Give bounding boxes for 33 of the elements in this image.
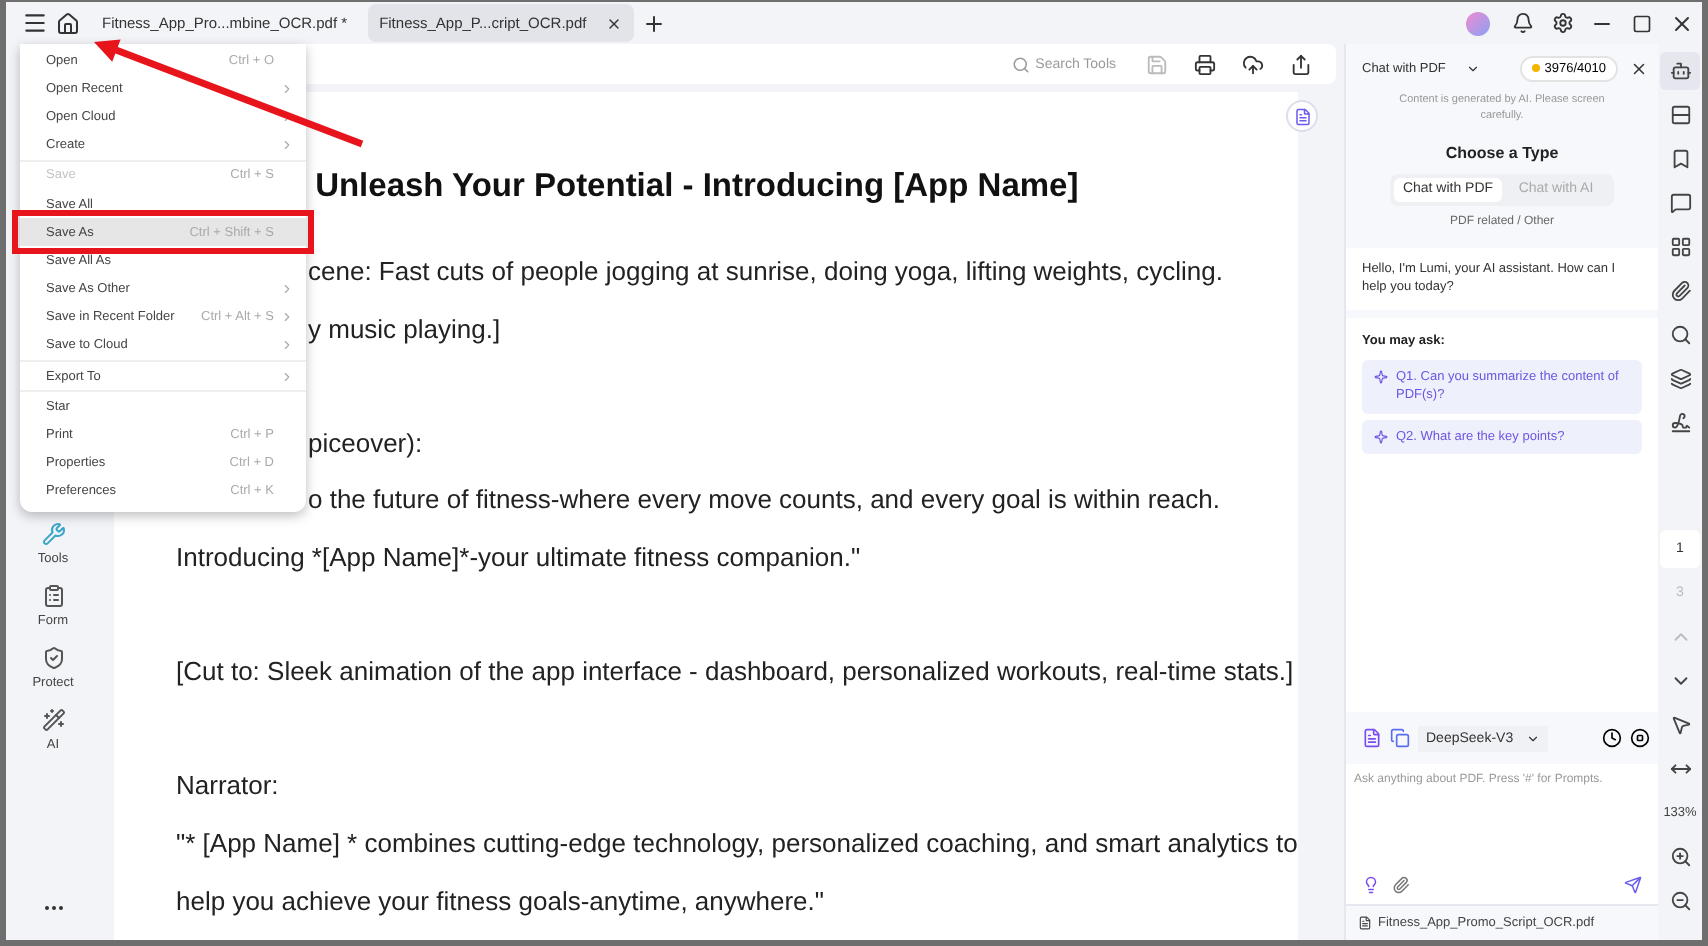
send-icon[interactable] — [1624, 875, 1642, 893]
pages-icon[interactable] — [1390, 728, 1410, 748]
document-text: Introducing *[App Name]*-your ultimate fitness companion." — [176, 541, 861, 572]
document-title: Unleash Your Potential - Introducing [App Name] — [315, 168, 1079, 206]
form-icon — [41, 584, 65, 608]
stop-icon[interactable] — [1630, 728, 1650, 748]
protect-icon — [41, 646, 65, 670]
file-icon — [1358, 916, 1372, 930]
ai-assistant-button[interactable] — [1286, 100, 1318, 132]
chevron-down-icon — [1525, 731, 1540, 745]
ai-chat-icon[interactable] — [1660, 52, 1700, 90]
sparkle-icon — [1374, 429, 1388, 444]
document-icon — [1293, 107, 1311, 125]
document-text: [Cut to: Sleek animation of the app interface - dashboard, personalized workouts, real-time stats.] — [176, 656, 1294, 687]
lightbulb-icon[interactable] — [1362, 875, 1380, 893]
document-text: "* [App Name] * combines cutting-edge technology, personalized coaching, and smart analytics to — [176, 827, 1298, 858]
tools-icon — [41, 522, 65, 546]
document-text: y music playing.] — [308, 313, 501, 344]
chevron-down-icon — [1465, 61, 1480, 75]
attach-icon[interactable] — [1392, 875, 1410, 893]
document-icon[interactable] — [1362, 728, 1382, 748]
ai-icon — [41, 708, 65, 732]
chevron-right-icon — [280, 369, 294, 384]
document-text: Narrator: — [176, 770, 279, 801]
history-icon[interactable] — [1602, 728, 1622, 748]
search-icon — [1011, 55, 1030, 73]
close-icon[interactable] — [606, 15, 623, 31]
sparkle-icon — [1374, 369, 1388, 384]
document-text: help you achieve your fitness goals-anytime, anywhere." — [176, 885, 825, 916]
document-text: o the future of fitness-where every move counts, and every goal is within reach. — [308, 484, 1220, 515]
document-text: piceover): — [308, 427, 423, 458]
section-heading: Choose a Type — [1443, 143, 1561, 161]
document-text: cene: Fast cuts of people jogging at sunrise, doing yoga, lifting weights, cycling. — [308, 256, 1223, 286]
